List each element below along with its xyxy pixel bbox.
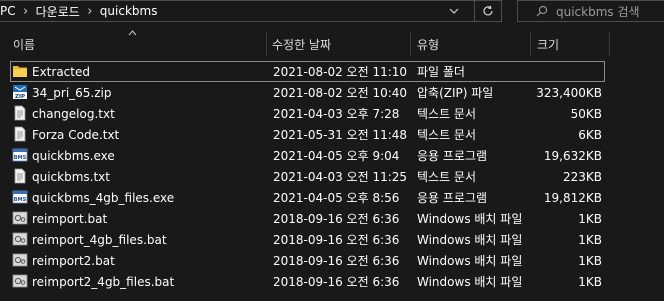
- file-date: 2021-04-05 오후 8:56: [273, 191, 400, 205]
- file-name: 34_pri_65.zip: [32, 85, 112, 100]
- file-type: 파일 폴더: [417, 65, 465, 79]
- address-bar[interactable]: PC › 다운로드 › quickbms: [0, 0, 502, 22]
- chevron-down-icon[interactable]: [445, 1, 463, 21]
- file-type: 텍스트 문서: [417, 128, 477, 142]
- sort-ascending-icon: [128, 29, 137, 39]
- file-date: 2018-09-16 오전 6:36: [273, 233, 400, 247]
- refresh-button[interactable]: [474, 0, 502, 22]
- file-type: Windows 배치 파일: [417, 254, 523, 268]
- file-type: 압축(ZIP) 파일: [417, 86, 494, 100]
- file-name: changelog.txt: [32, 106, 115, 121]
- breadcrumb-label: quickbms: [99, 4, 158, 18]
- file-date: 2021-04-03 오후 7:28: [273, 107, 400, 121]
- column-divider[interactable]: [410, 32, 411, 56]
- file-date: 2021-08-02 오전 10:40: [273, 86, 408, 100]
- column-label: 이름: [13, 37, 36, 52]
- file-name: reimport.bat: [32, 211, 108, 226]
- column-label: 크기: [537, 37, 560, 52]
- search-placeholder: quickbms 검색: [556, 4, 640, 19]
- zip-icon: ZIP: [12, 84, 28, 100]
- file-size: 1KB: [578, 253, 602, 268]
- batch-file-icon: [12, 273, 28, 289]
- search-input[interactable]: quickbms 검색: [517, 0, 664, 22]
- column-header-date[interactable]: 수정한 날짜: [272, 32, 331, 56]
- file-size: 223KB: [562, 169, 602, 184]
- batch-file-icon: [12, 252, 28, 268]
- text-file-icon: [12, 105, 28, 121]
- svg-text:ZIP: ZIP: [15, 94, 25, 100]
- file-row[interactable]: ZIP 34_pri_65.zip 2021-08-02 오전 10:40 압축(ZI…: [0, 82, 664, 103]
- file-size: 1KB: [578, 274, 602, 289]
- batch-file-icon: [12, 210, 28, 226]
- file-size: 1KB: [578, 232, 602, 247]
- file-size: 19,632KB: [543, 148, 602, 163]
- column-divider[interactable]: [530, 32, 531, 56]
- file-name: reimport2.bat: [32, 253, 115, 268]
- exe-icon: BMS: [12, 189, 28, 205]
- file-name: quickbms.txt: [32, 169, 110, 184]
- batch-file-icon: [12, 231, 28, 247]
- file-name: Forza Code.txt: [32, 127, 120, 142]
- column-divider[interactable]: [609, 32, 610, 56]
- breadcrumb-pc[interactable]: PC: [0, 1, 16, 21]
- file-size: 50KB: [570, 106, 602, 121]
- file-date: 2018-09-16 오전 6:36: [273, 212, 400, 226]
- svg-text:BMS: BMS: [14, 197, 27, 203]
- column-header-type[interactable]: 유형: [417, 32, 439, 56]
- file-type: Windows 배치 파일: [417, 212, 523, 226]
- file-row[interactable]: reimport_4gb_files.bat 2018-09-16 오전 6:36…: [0, 229, 664, 250]
- file-date: 2021-05-31 오전 11:48: [273, 128, 408, 142]
- file-type: 텍스트 문서: [417, 107, 477, 121]
- file-row[interactable]: Forza Code.txt 2021-05-31 오전 11:48 텍스트 문서 6…: [0, 124, 664, 145]
- column-header: 이름 수정한 날짜 유형 크기: [0, 29, 664, 56]
- file-name: reimport2_4gb_files.bat: [32, 274, 175, 289]
- file-name: Extracted: [32, 64, 90, 79]
- file-type: 응용 프로그램: [417, 149, 488, 163]
- file-size: 19,812KB: [543, 190, 602, 205]
- file-row[interactable]: changelog.txt 2021-04-03 오후 7:28 텍스트 문서 50K…: [0, 103, 664, 124]
- file-row[interactable]: reimport2.bat 2018-09-16 오전 6:36 Windows 배…: [0, 250, 664, 271]
- breadcrumb-label: 다운로드: [35, 4, 80, 19]
- file-row[interactable]: reimport.bat 2018-09-16 오전 6:36 Windows 배치…: [0, 208, 664, 229]
- file-name: quickbms.exe: [32, 148, 115, 163]
- chevron-right-icon[interactable]: ›: [16, 4, 36, 19]
- file-size: 1KB: [578, 211, 602, 226]
- search-icon: [536, 5, 548, 17]
- file-type: 응용 프로그램: [417, 191, 488, 205]
- file-row[interactable]: BMS quickbms.exe 2021-04-05 오후 9:04 응용 프로그램…: [0, 145, 664, 166]
- column-header-size[interactable]: 크기: [537, 32, 559, 56]
- breadcrumb-quickbms[interactable]: quickbms: [100, 1, 158, 21]
- text-file-icon: [12, 168, 28, 184]
- file-type: Windows 배치 파일: [417, 275, 523, 289]
- file-row[interactable]: reimport2_4gb_files.bat 2018-09-16 오전 6:3…: [0, 271, 664, 292]
- folder-icon: [12, 63, 28, 79]
- file-name: quickbms_4gb_files.exe: [32, 190, 175, 205]
- file-date: 2021-04-03 오전 11:25: [273, 170, 408, 184]
- refresh-icon: [483, 5, 493, 16]
- exe-icon: BMS: [12, 147, 28, 163]
- column-divider[interactable]: [266, 32, 267, 56]
- file-row[interactable]: Extracted 2021-08-02 오전 11:10 파일 폴더: [0, 61, 664, 82]
- file-name: reimport_4gb_files.bat: [32, 232, 167, 247]
- svg-text:BMS: BMS: [14, 155, 27, 161]
- file-type: 텍스트 문서: [417, 170, 477, 184]
- file-row[interactable]: quickbms.txt 2021-04-03 오전 11:25 텍스트 문서 223…: [0, 166, 664, 187]
- text-file-icon: [12, 126, 28, 142]
- file-size: 323,400KB: [536, 85, 602, 100]
- breadcrumb-downloads[interactable]: 다운로드: [36, 1, 80, 21]
- file-type: Windows 배치 파일: [417, 233, 523, 247]
- chevron-right-icon[interactable]: ›: [80, 4, 100, 19]
- file-size: 6KB: [578, 127, 602, 142]
- column-label: 수정한 날짜: [272, 37, 332, 52]
- breadcrumb-label: PC: [0, 4, 16, 18]
- file-row[interactable]: BMS quickbms_4gb_files.exe 2021-04-05 오후 8…: [0, 187, 664, 208]
- file-date: 2018-09-16 오전 6:36: [273, 254, 400, 268]
- column-label: 유형: [417, 37, 440, 52]
- file-date: 2021-08-02 오전 11:10: [273, 65, 408, 79]
- file-date: 2021-04-05 오후 9:04: [273, 149, 400, 163]
- column-header-name[interactable]: 이름: [13, 32, 35, 56]
- file-date: 2018-09-16 오전 6:36: [273, 275, 400, 289]
